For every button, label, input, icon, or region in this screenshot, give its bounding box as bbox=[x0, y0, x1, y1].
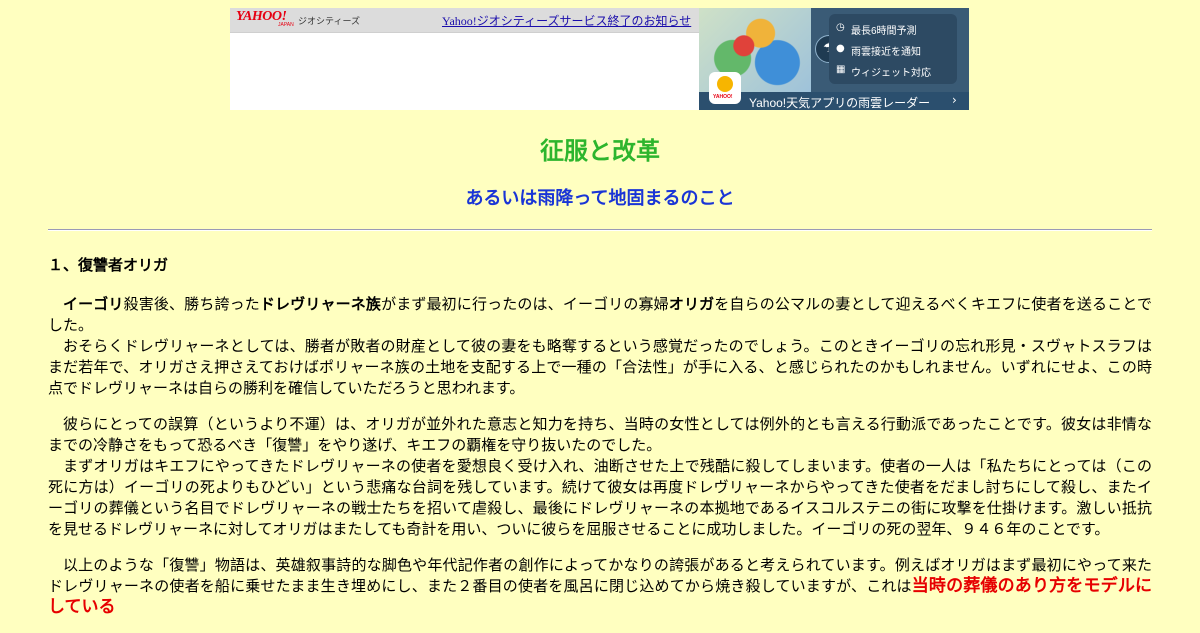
paragraph-1-sentence-1: イーゴリ殺害後、勝ち誇ったドレヴリャーネ族がまず最初に行ったのは、イーゴリの寡婦… bbox=[48, 294, 1152, 336]
location-pin-icon: ● bbox=[836, 43, 845, 54]
name-igor: イーゴリ bbox=[63, 295, 124, 313]
sun-icon bbox=[717, 76, 733, 92]
text-span: がまず最初に行ったのは、イーゴリの寡婦 bbox=[381, 295, 669, 313]
ad-banner: YAHOO! JAPAN ジオシティーズ Yahoo!ジオシティーズサービス終了… bbox=[230, 8, 969, 110]
page-title: 征服と改革 bbox=[540, 137, 660, 165]
ad-feature-2: 雨雲接近を通知 bbox=[851, 47, 921, 58]
yahoo-logo-sub: JAPAN bbox=[278, 22, 294, 28]
paragraph-2-sentence-2: まずオリガはキエフにやってきたドレヴリャーネの使者を愛想良く受け入れ、油断させた… bbox=[48, 457, 1152, 538]
paragraph-2-sentence-1: 彼らにとっての誤算（というより不運）は、オリガが並外れた意志と知力を持ち、当時の… bbox=[48, 415, 1152, 454]
ad-feature-panel: ◷ 最長6時間予測 ● 雨雲接近を通知 ▦ ウィジェット対応 bbox=[829, 14, 957, 84]
service-end-notice-link[interactable]: Yahoo!ジオシティーズサービス終了のお知らせ bbox=[442, 12, 691, 29]
ad-feature-3: ウィジェット対応 bbox=[851, 68, 931, 79]
weather-app-icon: YAHOO! bbox=[709, 72, 741, 104]
name-olga: オリガ bbox=[668, 295, 715, 313]
paragraph-2: 彼らにとっての誤算（というより不運）は、オリガが並外れた意志と知力を持ち、当時の… bbox=[48, 414, 1152, 540]
paragraph-1-sentence-2: おそらくドレヴリャーネとしては、勝者が敗者の財産として彼の妻をも略奪するという感… bbox=[48, 337, 1152, 397]
section-heading: １、復讐者オリガ bbox=[48, 256, 169, 274]
divider bbox=[48, 229, 1152, 231]
paragraph-3-sentence-1: 以上のような「復讐」物語は、英雄叙事詩的な脚色や年代記作者の創作によってかなりの… bbox=[48, 555, 1152, 618]
paragraph-1: イーゴリ殺害後、勝ち誇ったドレヴリャーネ族がまず最初に行ったのは、イーゴリの寡婦… bbox=[48, 294, 1152, 399]
clock-icon: ◷ bbox=[836, 22, 845, 33]
page-subtitle: あるいは雨降って地固まるのこと bbox=[465, 188, 735, 209]
article-body: イーゴリ殺害後、勝ち誇ったドレヴリャーネ族がまず最初に行ったのは、イーゴリの寡婦… bbox=[48, 294, 1152, 633]
chevron-right-icon: › bbox=[952, 93, 957, 107]
ad-feature-1: 最長6時間予測 bbox=[851, 26, 917, 37]
weather-app-ad[interactable]: ☂ ◷ 最長6時間予測 ● 雨雲接近を通知 ▦ ウィジェット対応 YAHOO! … bbox=[699, 8, 969, 110]
banner-bar: YAHOO! JAPAN ジオシティーズ Yahoo!ジオシティーズサービス終了… bbox=[230, 8, 699, 33]
ad-caption: Yahoo!天気アプリの雨雲レーダー bbox=[749, 96, 931, 110]
name-drevlyane: ドレヴリャーネ族 bbox=[259, 295, 382, 313]
paragraph-3: 以上のような「復讐」物語は、英雄叙事詩的な脚色や年代記作者の創作によってかなりの… bbox=[48, 555, 1152, 618]
widget-icon: ▦ bbox=[836, 64, 846, 75]
app-icon-logo: YAHOO! bbox=[713, 94, 733, 100]
geocities-label: ジオシティーズ bbox=[298, 16, 361, 26]
text-span: 殺害後、勝ち誇った bbox=[123, 295, 260, 313]
